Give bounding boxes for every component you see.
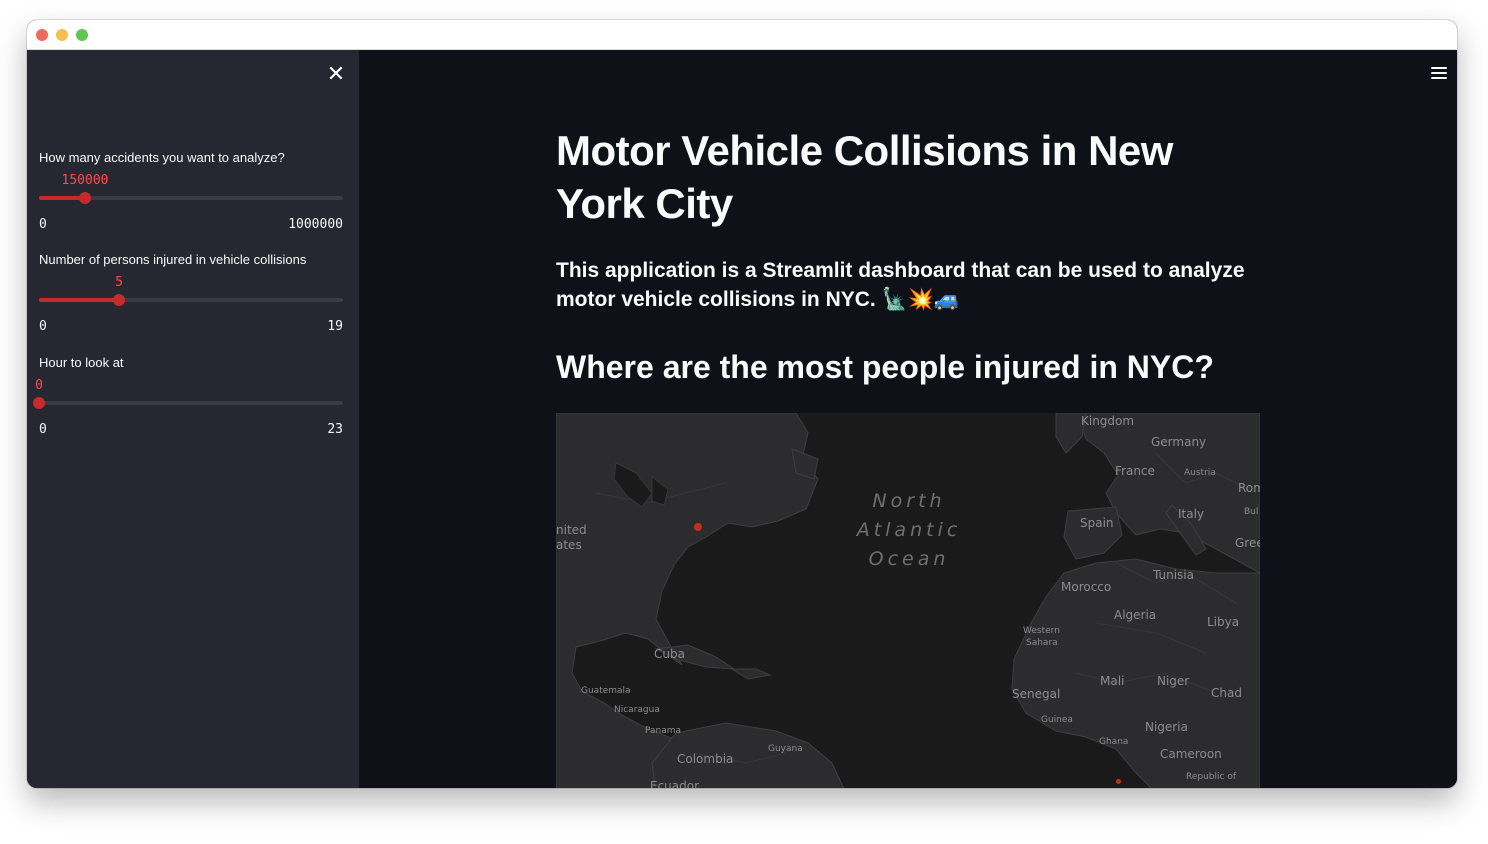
- map-label: Senegal: [1012, 687, 1061, 701]
- minimize-window-button[interactable]: [56, 29, 68, 41]
- map-label: Ghana: [1099, 737, 1129, 747]
- slider-min: 0: [39, 319, 47, 334]
- map-label: Ecuador: [650, 779, 700, 788]
- section-subheader: Where are the most people injured in NYC…: [556, 349, 1214, 385]
- hamburger-menu-icon[interactable]: [1431, 67, 1447, 81]
- map-label: Guinea: [1041, 715, 1073, 725]
- slider-max: 19: [327, 319, 343, 334]
- close-icon[interactable]: ✕: [325, 64, 347, 86]
- map-label: Rom: [1238, 481, 1260, 495]
- map-label: Italy: [1178, 507, 1205, 521]
- slider-label: How many accidents you want to analyze?: [39, 150, 285, 165]
- window-titlebar: [27, 20, 1457, 50]
- map-label: Germany: [1151, 435, 1207, 449]
- slider-thumb[interactable]: [113, 294, 125, 306]
- injuries-map[interactable]: North Atlantic Ocean Kingdom Germany Fra…: [556, 413, 1260, 788]
- map-label: Chad: [1211, 686, 1242, 700]
- map-label: Tunisia: [1153, 568, 1194, 582]
- slider-label: Hour to look at: [39, 355, 124, 370]
- slider-thumb[interactable]: [79, 192, 91, 204]
- map-label: Colombia: [677, 752, 734, 766]
- map-label: France: [1115, 464, 1155, 478]
- map-label: Mali: [1100, 674, 1125, 688]
- slider-value: 0: [35, 378, 43, 393]
- map-label: Nigeria: [1145, 720, 1188, 734]
- map-label: Gree: [1235, 536, 1260, 550]
- sidebar: ✕ How many accidents you want to analyze…: [27, 50, 359, 788]
- slider-track[interactable]: [39, 192, 343, 204]
- map-label: nited: [556, 523, 587, 537]
- main-area: Motor Vehicle Collisions in New York Cit…: [359, 50, 1457, 788]
- map-label: Libya: [1207, 615, 1240, 629]
- slider-fill: [39, 298, 119, 302]
- injury-location-marker[interactable]: [1116, 779, 1121, 784]
- slider-min: 0: [39, 422, 47, 437]
- slider-track[interactable]: [33, 397, 343, 409]
- map-label: Nicaragua: [614, 705, 660, 715]
- map-label: Guatemala: [581, 686, 631, 696]
- map-label: Austria: [1184, 468, 1216, 478]
- slider-max: 1000000: [288, 217, 343, 232]
- map-label: Spain: [1080, 516, 1114, 530]
- map-label: Algeria: [1114, 608, 1157, 622]
- map-label: Morocco: [1061, 580, 1112, 594]
- slider-value: 5: [115, 275, 123, 290]
- close-window-button[interactable]: [36, 29, 48, 41]
- map-label: Cameroon: [1160, 747, 1222, 761]
- map-label: Guyana: [768, 744, 803, 754]
- slider-thumb[interactable]: [33, 397, 45, 409]
- intro-text: This application is a Streamlit dashboar…: [556, 259, 1245, 311]
- injury-location-marker[interactable]: [694, 523, 702, 531]
- slider-value: 150000: [61, 173, 109, 188]
- map-label: ates: [556, 538, 582, 552]
- slider-min: 0: [39, 217, 47, 232]
- map-label: Sahara: [1026, 638, 1058, 648]
- map-label: Cuba: [654, 647, 685, 661]
- slider-max: 23: [327, 422, 343, 437]
- slider-label: Number of persons injured in vehicle col…: [39, 252, 307, 267]
- map-label: Republic of: [1186, 772, 1237, 782]
- map-label: Western: [1023, 626, 1060, 636]
- app-window: ✕ How many accidents you want to analyze…: [27, 20, 1457, 788]
- ocean-label: North Atlantic Ocean: [856, 490, 962, 570]
- map-label: Niger: [1157, 674, 1190, 688]
- slider-track[interactable]: [39, 294, 343, 306]
- map-label: Panama: [645, 726, 682, 736]
- map-label: Kingdom: [1081, 414, 1135, 428]
- page-title: Motor Vehicle Collisions in New York Cit…: [556, 127, 1173, 227]
- map-label: Bul: [1244, 507, 1259, 517]
- maximize-window-button[interactable]: [76, 29, 88, 41]
